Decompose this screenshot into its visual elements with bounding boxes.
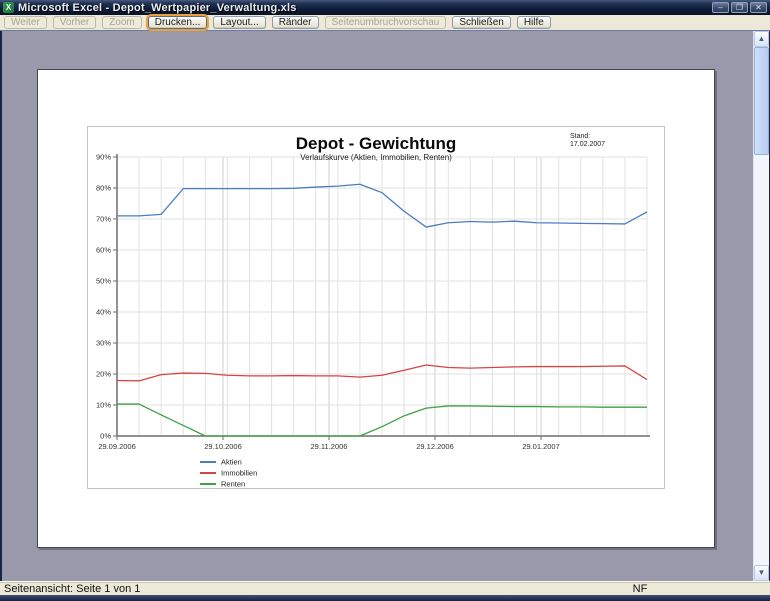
status-bar: Seitenansicht: Seite 1 von 1 NF — [0, 581, 770, 595]
y-tick-label: 80% — [96, 184, 111, 193]
main-area: 0% 10% 20% 30% 40% 50% 60% 70% 80% 90% 29.09.2006 2… — [0, 31, 770, 581]
depot-gewichtung-chart: 0% 10% 20% 30% 40% 50% 60% 70% 80% 90% 29.09.2006 2… — [87, 126, 665, 489]
y-tick-label: 30% — [96, 339, 111, 348]
status-text: Seitenansicht: Seite 1 von 1 — [0, 583, 605, 595]
toolbar-button-r-nder[interactable]: Ränder — [272, 16, 319, 29]
x-tick-label: 29.12.2006 — [416, 442, 454, 451]
window-bottom-edge — [0, 595, 770, 601]
toolbar-button-vorher: Vorher — [53, 16, 96, 29]
toolbar-button-hilfe[interactable]: Hilfe — [517, 16, 551, 29]
restore-button[interactable]: ❐ — [731, 2, 748, 13]
toolbar-button-drucken[interactable]: Drucken... — [148, 16, 208, 29]
scrollbar-thumb[interactable] — [754, 47, 769, 155]
toolbar-button-weiter: Weiter — [4, 16, 47, 29]
legend-label-immobilien: Immobilien — [221, 469, 257, 478]
toolbar-button-layout[interactable]: Layout... — [213, 16, 265, 29]
y-tick-label: 60% — [96, 246, 111, 255]
legend-label-renten: Renten — [221, 480, 245, 489]
y-tick-label: 0% — [100, 432, 111, 441]
scrollbar-track[interactable] — [754, 47, 769, 565]
x-tick-label: 29.09.2006 — [98, 442, 136, 451]
y-tick-label: 40% — [96, 308, 111, 317]
title-bar: X Microsoft Excel - Depot_Wertpapier_Ver… — [0, 0, 770, 15]
print-preview-workspace: 0% 10% 20% 30% 40% 50% 60% 70% 80% 90% 29.09.2006 2… — [2, 31, 753, 581]
scroll-down-button[interactable]: ▼ — [754, 565, 769, 581]
scroll-up-button[interactable]: ▲ — [754, 31, 769, 47]
stand-label: Stand: — [570, 133, 590, 140]
num-lock-indicator: NF — [605, 583, 675, 595]
chart-subtitle: Verlaufskurve (Aktien, Immobilien, Rente… — [300, 153, 452, 162]
excel-window: X Microsoft Excel - Depot_Wertpapier_Ver… — [0, 0, 770, 601]
y-tick-label: 70% — [96, 215, 111, 224]
chart: 0% 10% 20% 30% 40% 50% 60% 70% 80% 90% 29.09.2006 2… — [87, 126, 665, 489]
y-tick-label: 10% — [96, 401, 111, 410]
x-tick-label: 29.01.2007 — [522, 442, 560, 451]
window-controls: –❐✕ — [710, 2, 767, 13]
x-tick-label: 29.11.2006 — [311, 442, 348, 451]
close-button[interactable]: ✕ — [750, 2, 767, 13]
y-tick-label: 20% — [96, 370, 111, 379]
y-tick-label: 50% — [96, 277, 111, 286]
minimize-button[interactable]: – — [712, 2, 729, 13]
y-tick-label: 90% — [96, 153, 111, 162]
print-preview-toolbar: Weiter Vorher Zoom Drucken... Layout... Rände… — [0, 15, 770, 31]
legend-label-aktien: Aktien — [221, 458, 242, 467]
toolbar-button-zoom: Zoom — [102, 16, 142, 29]
toolbar-button-schlie-en[interactable]: Schließen — [452, 16, 510, 29]
window-title: Microsoft Excel - Depot_Wertpapier_Verwa… — [18, 2, 710, 14]
toolbar-button-seitenumbruchvorschau: Seitenumbruchvorschau — [325, 16, 447, 29]
x-tick-label: 29.10.2006 — [204, 442, 242, 451]
excel-app-icon: X — [3, 2, 14, 13]
preview-page: 0% 10% 20% 30% 40% 50% 60% 70% 80% 90% 29.09.2006 2… — [37, 69, 715, 548]
stand-date: 17.02.2007 — [570, 141, 605, 148]
vertical-scrollbar[interactable]: ▲ ▼ — [753, 31, 769, 581]
chart-title: Depot - Gewichtung — [296, 134, 457, 153]
chart-frame — [88, 127, 665, 489]
